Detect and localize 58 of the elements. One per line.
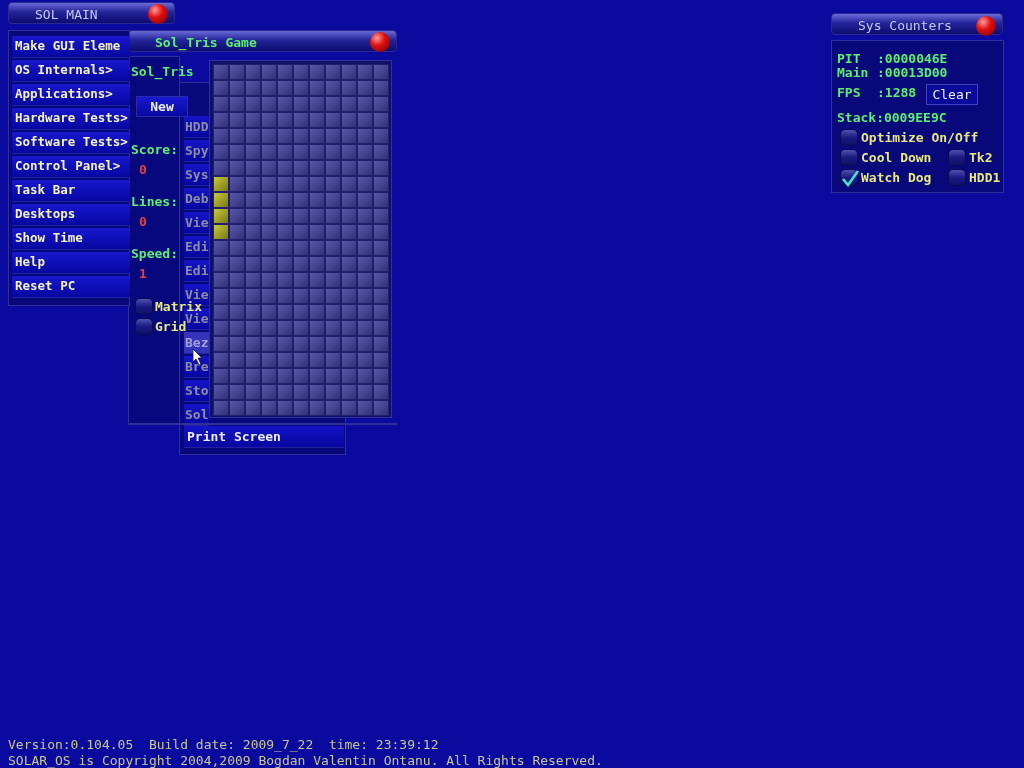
stat-value: 0 (139, 213, 147, 231)
submenu-item[interactable]: Deb (184, 188, 209, 210)
stat-value: 0 (139, 161, 147, 179)
menu-item[interactable]: Show Time (12, 228, 130, 250)
submenu-item[interactable]: Vie (184, 212, 209, 234)
submenu-item[interactable]: Spy (184, 140, 209, 162)
new-game-button[interactable]: New (136, 96, 188, 117)
checkbox[interactable] (948, 149, 966, 167)
counter-label: FPS (837, 84, 862, 102)
submenu-item[interactable]: Sys (184, 164, 209, 186)
stat-label: Score: (131, 141, 178, 159)
checkbox-label: Grid (155, 319, 187, 336)
submenu-item[interactable]: Sol (184, 404, 209, 426)
menu-item[interactable]: Software Tests> (12, 132, 130, 154)
menu-item[interactable]: Make GUI Eleme (12, 36, 130, 58)
checkbox[interactable] (840, 129, 858, 147)
window-title: Sol_Tris Game (155, 34, 257, 53)
menu-item[interactable]: Hardware Tests> (12, 108, 130, 130)
clear-button[interactable]: Clear (926, 84, 978, 105)
footer-text: SOLAR_OS is Copyright 2004,2009 Bogdan Valentin Ontanu. All Rights Reserved. (8, 752, 603, 768)
menu-item[interactable]: OS Internals> (12, 60, 130, 82)
window-title-bar[interactable]: Sys Counters (831, 13, 1003, 35)
menu-item[interactable]: Help (12, 252, 130, 274)
counter-label: PIT (837, 50, 862, 67)
checkbox-label: Watch Dog (861, 169, 932, 187)
checkbox-label: Optimize On/Off (861, 129, 979, 147)
counter-value: :1288 (877, 84, 917, 102)
window-title-bar[interactable]: SOL MAIN (8, 2, 175, 24)
stack-counter: Stack:0009EE9C (837, 109, 947, 127)
stat-label: Lines: (131, 193, 178, 211)
submenu-item[interactable]: Edi (184, 260, 209, 282)
menu-item[interactable]: Applications> (12, 84, 130, 106)
stat-label: Speed: (131, 245, 178, 263)
submenu-item[interactable]: Sto (184, 380, 209, 402)
menu-item[interactable]: Task Bar (12, 180, 130, 202)
menu-item[interactable]: Desktops (12, 204, 130, 226)
checkbox[interactable] (840, 149, 858, 167)
menu-item[interactable]: Control Panel> (12, 156, 130, 178)
window-title: Sys Counters (858, 17, 952, 35)
checkbox[interactable] (135, 318, 153, 336)
checkbox-label: Tk2 (969, 149, 993, 167)
checkbox[interactable] (135, 298, 153, 316)
window-title: SOL MAIN (35, 6, 98, 24)
checkbox-label: Cool Down (861, 149, 932, 167)
window-title-bar[interactable]: Sol_Tris Game (128, 30, 397, 52)
submenu-item[interactable]: Print Screen (184, 426, 344, 448)
counter-label: Main (837, 64, 870, 82)
submenu-item[interactable]: HDD (184, 116, 209, 138)
checkbox-label: HDD1 (969, 169, 1001, 187)
footer-text: Version:0.104.05 Build date: 2009_7_22 time: 23:39:12 (8, 736, 439, 754)
submenu-item[interactable]: Edi (184, 236, 209, 258)
submenu-item[interactable]: Bez (184, 332, 209, 354)
menu-item[interactable]: Reset PC (12, 276, 130, 298)
check-icon (841, 170, 859, 188)
checkbox[interactable] (948, 169, 966, 187)
checkbox[interactable] (840, 169, 858, 187)
stat-value: 1 (139, 265, 147, 283)
game-heading: Sol_Tris (131, 63, 194, 82)
